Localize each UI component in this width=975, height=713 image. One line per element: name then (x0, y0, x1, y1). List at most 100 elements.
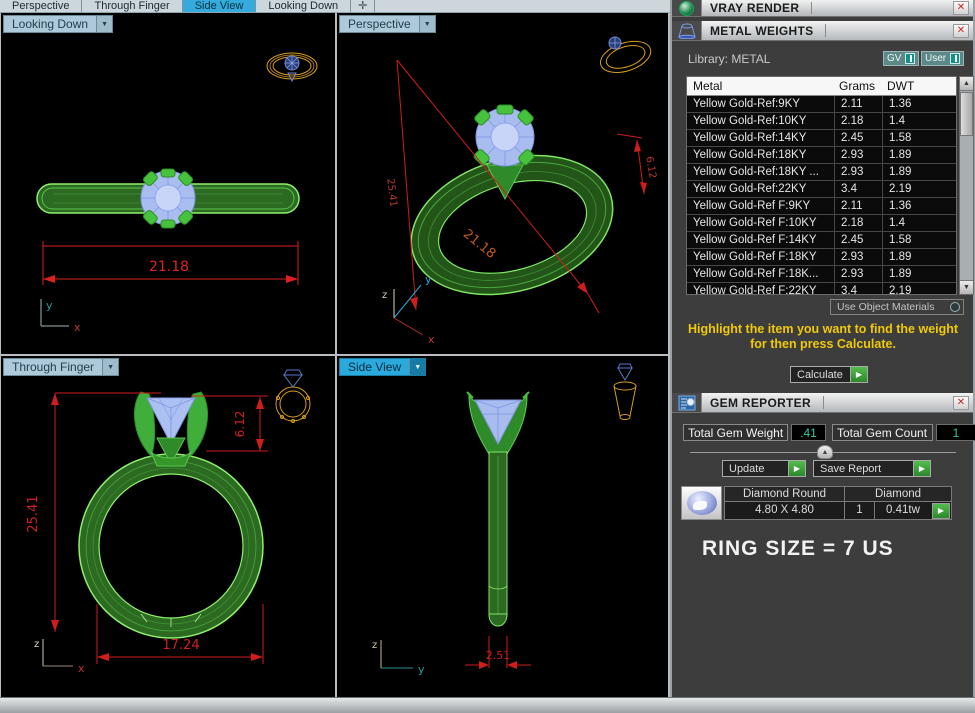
viewport-perspective[interactable]: Perspective ▼ (337, 13, 668, 354)
user-toggle-button[interactable]: User (921, 51, 964, 66)
axis-indicator: y x (41, 299, 81, 334)
play-icon[interactable]: ▶ (932, 503, 950, 519)
gem-size-cell: 4.80 X 4.80 (725, 502, 845, 519)
scroll-down-icon[interactable]: ▼ (960, 280, 973, 294)
tab-looking-down[interactable]: Looking Down (256, 0, 351, 12)
splitter-handle[interactable]: ▲ (817, 445, 833, 459)
scrollbar-thumb[interactable] (960, 92, 973, 136)
dropdown-icon[interactable]: ▼ (102, 359, 118, 375)
metal-row[interactable]: Yellow Gold-Ref F:18KY2.931.89 (687, 249, 956, 266)
dwt-cell: 2.19 (883, 181, 956, 197)
viewport-label-through-finger[interactable]: Through Finger ▼ (3, 358, 119, 376)
close-icon[interactable]: ✕ (953, 396, 969, 410)
close-icon[interactable]: ✕ (953, 1, 969, 15)
svg-text:z: z (34, 639, 39, 650)
viewport-side-view[interactable]: Side View ▼ (337, 356, 668, 697)
grams-cell: 2.93 (835, 249, 883, 265)
metal-row[interactable]: Yellow Gold-Ref:10KY2.181.4 (687, 113, 956, 130)
save-report-button[interactable]: Save Report ▶ (813, 460, 931, 477)
metal-name-cell: Yellow Gold-Ref:22KY (687, 181, 835, 197)
total-gem-weight-value: .41 (791, 424, 826, 441)
metal-row[interactable]: Yellow Gold-Ref:9KY2.111.36 (687, 96, 956, 113)
grams-cell: 2.18 (835, 215, 883, 231)
viewport-label-side-view[interactable]: Side View ▼ (339, 358, 426, 376)
grams-cell: 2.18 (835, 113, 883, 129)
metal-row[interactable]: Yellow Gold-Ref F:22KY3.42.19 (687, 283, 956, 295)
dropdown-icon[interactable]: ▼ (419, 16, 435, 32)
ring-drawing-perspective: 25.41 21.18 6.12 z y x (337, 13, 668, 354)
svg-text:z: z (382, 290, 387, 301)
library-label: Library: METAL (688, 52, 770, 66)
svg-text:y: y (418, 663, 425, 676)
dwt-cell: 1.89 (883, 266, 956, 282)
metal-row[interactable]: Yellow Gold-Ref F:10KY2.181.4 (687, 215, 956, 232)
axis-indicator: z x (34, 639, 85, 675)
new-tab-button[interactable]: ✛ (351, 0, 375, 12)
grams-cell: 2.11 (835, 198, 883, 214)
dropdown-icon[interactable]: ▼ (96, 16, 112, 32)
viewport-looking-down[interactable]: Looking Down ▼ (1, 13, 335, 354)
tab-through-finger[interactable]: Through Finger (82, 0, 182, 12)
metal-name-cell: Yellow Gold-Ref:14KY (687, 130, 835, 146)
grams-cell: 3.4 (835, 283, 883, 295)
total-gem-count-label: Total Gem Count (832, 424, 933, 441)
gem-thumbnail (681, 486, 722, 520)
axis-indicator: z y x (382, 273, 435, 346)
total-gem-weight-label: Total Gem Weight (683, 424, 788, 441)
dwt-cell: 1.58 (883, 130, 956, 146)
ring-drawing-side-view: 2.51 z y (337, 356, 668, 697)
dwt-cell: 1.89 (883, 249, 956, 265)
ring-size-text: RING SIZE = 7 US (702, 537, 894, 561)
metal-row[interactable]: Yellow Gold-Ref F:14KY2.451.58 (687, 232, 956, 249)
viewport-label-perspective[interactable]: Perspective ▼ (339, 15, 436, 33)
metal-table-scrollbar[interactable]: ▲ ▼ (959, 76, 974, 295)
viewport-area: Perspective Through Finger Side View Loo… (0, 0, 670, 697)
gem-reporter-icon (672, 393, 702, 412)
ring-thumbnail-gem (618, 364, 632, 380)
dwt-cell: 1.36 (883, 96, 956, 112)
ring-thumbnail-icon (597, 36, 655, 79)
dwt-cell: 1.58 (883, 232, 956, 248)
gv-toggle-button[interactable]: GV (883, 51, 919, 66)
ring-drawing-front-view: 25.41 6.12 17.24 (1, 356, 335, 697)
vray-render-panel-header[interactable]: VRAY RENDER ✕ (672, 0, 973, 17)
svg-text:y: y (425, 273, 432, 286)
dwt-cell: 1.89 (883, 147, 956, 163)
metal-row[interactable]: Yellow Gold-Ref:18KY ...2.931.89 (687, 164, 956, 181)
close-icon[interactable]: ✕ (953, 24, 969, 38)
diamond-image (687, 491, 717, 515)
tab-perspective[interactable]: Perspective (0, 0, 82, 12)
ring-thumbnail-gem (284, 370, 302, 387)
toggle-indicator-icon (905, 53, 915, 64)
metal-name-cell: Yellow Gold-Ref F:9KY (687, 198, 835, 214)
vray-render-icon (672, 0, 702, 16)
workspace-tabstrip: Perspective Through Finger Side View Loo… (0, 0, 670, 13)
metal-row[interactable]: Yellow Gold-Ref:18KY2.931.89 (687, 147, 956, 164)
svg-text:x: x (428, 333, 435, 346)
tab-side-view[interactable]: Side View (183, 0, 257, 12)
metal-name-cell: Yellow Gold-Ref F:18KY (687, 249, 835, 265)
calculate-button[interactable]: Calculate ▶ (790, 366, 868, 383)
update-button[interactable]: Update ▶ (722, 460, 806, 477)
use-object-materials-toggle[interactable]: Use Object Materials (830, 299, 964, 315)
metal-row[interactable]: Yellow Gold-Ref:14KY2.451.58 (687, 130, 956, 147)
dwt-cell: 1.4 (883, 113, 956, 129)
gem-reporter-panel-header[interactable]: GEM REPORTER ✕ (672, 393, 973, 413)
radio-icon[interactable] (950, 302, 960, 312)
metal-row[interactable]: Yellow Gold-Ref F:9KY2.111.36 (687, 198, 956, 215)
viewport-label-looking-down[interactable]: Looking Down ▼ (3, 15, 113, 33)
metal-row[interactable]: Yellow Gold-Ref F:18K...2.931.89 (687, 266, 956, 283)
scroll-up-icon[interactable]: ▲ (960, 77, 973, 91)
metal-name-cell: Yellow Gold-Ref:9KY (687, 96, 835, 112)
dimension-label-head: 6.12 (643, 156, 658, 180)
grams-cell: 2.93 (835, 164, 883, 180)
metal-weights-icon (672, 21, 702, 40)
dimension-label-inner-diameter: 17.24 (162, 638, 199, 653)
metal-row[interactable]: Yellow Gold-Ref:22KY3.42.19 (687, 181, 956, 198)
dropdown-icon[interactable]: ▼ (409, 359, 425, 375)
gem-table-row[interactable]: 4.80 X 4.80 1 0.41tw ▶ (724, 502, 952, 520)
metal-weights-panel-header[interactable]: METAL WEIGHTS ✕ (672, 21, 973, 41)
metal-table-body: Yellow Gold-Ref:9KY2.111.36Yellow Gold-R… (687, 96, 956, 295)
viewport-through-finger[interactable]: Through Finger ▼ (1, 356, 335, 697)
play-icon: ▶ (913, 461, 930, 476)
